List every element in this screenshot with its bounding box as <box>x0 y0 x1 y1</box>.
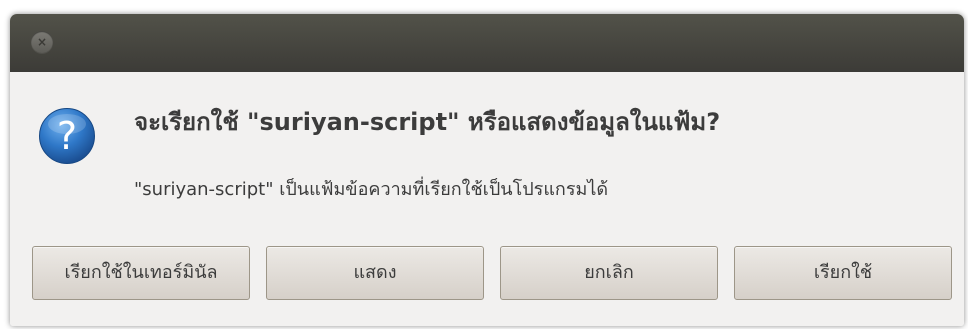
run-button[interactable]: เรียกใช้ <box>734 246 952 300</box>
dialog-description: "suriyan-script" เป็นแฟ้มข้อความที่เรียก… <box>134 179 609 200</box>
question-icon: ? <box>39 108 95 164</box>
svg-text:?: ? <box>57 114 77 158</box>
titlebar: × <box>10 14 964 72</box>
cancel-button[interactable]: ยกเลิก <box>500 246 718 300</box>
display-button[interactable]: แสดง <box>266 246 484 300</box>
run-in-terminal-button[interactable]: เรียกใช้ในเทอร์มินัล <box>32 246 250 300</box>
dialog-window: × ? จะเรียกใช้ "suriyan-script" หรือแสดง… <box>10 14 964 326</box>
dialog-body: ? จะเรียกใช้ "suriyan-script" หรือแสดงข้… <box>10 72 964 326</box>
close-button[interactable]: × <box>31 31 53 53</box>
dialog-title: จะเรียกใช้ "suriyan-script" หรือแสดงข้อม… <box>134 108 721 136</box>
close-icon: × <box>36 35 48 49</box>
